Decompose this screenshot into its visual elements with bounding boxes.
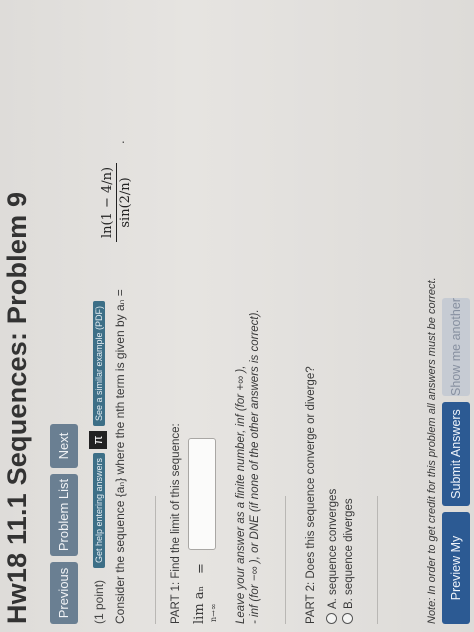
- next-button[interactable]: Next: [50, 424, 78, 468]
- equals-sign: =: [194, 563, 209, 574]
- radio-button[interactable]: [326, 613, 337, 624]
- divider: [155, 496, 156, 624]
- part1-heading: PART 1: Find the limit of this sequence:: [170, 423, 182, 624]
- option-a-label: A. sequence converges: [327, 488, 339, 609]
- option-diverges[interactable]: B. sequence diverges: [342, 498, 355, 624]
- submit-answers-button[interactable]: Submit Answers: [442, 402, 470, 506]
- formula-numerator: ln(1 − 4/n): [100, 162, 117, 242]
- page-title: Hw18 11.1 Sequences: Problem 9: [2, 191, 32, 624]
- radio-button[interactable]: [342, 613, 353, 624]
- help-entering-answers-link[interactable]: Get help entering answers: [93, 452, 105, 568]
- problem-list-button[interactable]: Problem List: [50, 474, 78, 556]
- sequence-formula: ln(1 − 4/n) sin(2/n): [100, 162, 133, 242]
- limit-answer-input[interactable]: [188, 438, 216, 550]
- preview-answers-button[interactable]: Preview My Answers: [442, 512, 470, 624]
- previous-button[interactable]: Previous: [50, 562, 78, 624]
- formula-period: .: [112, 140, 127, 144]
- answer-instructions-1: Leave your answer as a finite number, in…: [235, 365, 247, 624]
- divider: [377, 496, 378, 624]
- show-another-button[interactable]: Show me another: [442, 298, 470, 396]
- problem-statement: Consider the sequence {aₙ} where the nth…: [113, 289, 127, 624]
- divider: [285, 496, 286, 624]
- option-converges[interactable]: A. sequence converges: [326, 489, 339, 624]
- formula-denominator: sin(2/n): [118, 177, 133, 228]
- option-b-label: B. sequence diverges: [343, 498, 355, 609]
- limit-expression: lim aₙ: [192, 585, 207, 624]
- point-value: (1 point): [92, 579, 106, 624]
- pi-icon: π: [89, 431, 107, 449]
- limit-subscript: n→∞: [209, 603, 218, 622]
- credit-note: Note: In order to get credit for this pr…: [426, 277, 438, 624]
- webwork-page: Hw18 11.1 Sequences: Problem 9 Previous …: [0, 0, 474, 632]
- similar-example-link[interactable]: See a similar example (PDF): [93, 300, 105, 426]
- answer-instructions-2: - inf (for −∞ ), or DNE (if none of the …: [249, 309, 261, 624]
- part2-heading: PART 2: Does this sequence converge or d…: [305, 366, 317, 624]
